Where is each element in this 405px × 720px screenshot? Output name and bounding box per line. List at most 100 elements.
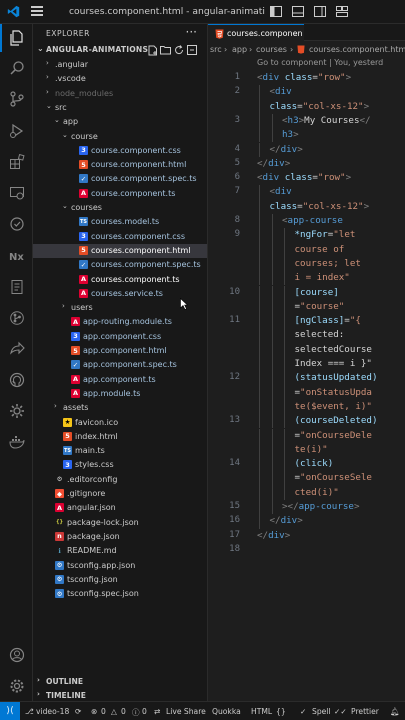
warning-count[interactable]: 0 [121,707,126,716]
timeline-section[interactable]: › TIMELINE [33,689,207,701]
tab-courses-component-html[interactable]: courses.componen [208,24,304,41]
code-line[interactable]: selectedCourse [208,342,405,357]
branch-name[interactable]: video-18 [36,707,69,716]
breadcrumb-app[interactable]: app [232,45,247,54]
layout-panel-icon[interactable] [290,4,306,18]
code-line[interactable]: ="course" [208,299,405,315]
code-line[interactable]: Index === i }" [208,357,405,372]
code-line[interactable]: course of [208,242,405,257]
testing-icon[interactable] [0,210,33,238]
code-line[interactable]: 17 </div> [208,529,405,543]
tree-file[interactable]: ⚙ .editorconfig [33,473,207,487]
tree-folder[interactable]: ⌄ course [33,130,207,144]
tree-file[interactable]: 3 courses.component.css [33,230,207,244]
quokka-status[interactable]: Quokka [212,707,241,716]
customize-layout-icon[interactable] [334,4,350,18]
tree-file[interactable]: 5 app.component.html [33,344,207,358]
code-line[interactable]: 6 <div class="row"> [208,171,405,185]
spell-status[interactable]: Spell [312,707,331,716]
code-line[interactable]: 4 </div> [208,142,405,157]
tree-file[interactable]: 3 styles.css [33,458,207,472]
code-line[interactable]: 1 <div class="row"> [208,71,405,85]
tree-file[interactable]: Aangular.json [33,501,207,515]
tree-file[interactable]: 3 app.component.css [33,330,207,344]
code-line[interactable]: 14 (click) [208,457,405,472]
git-graph-icon[interactable] [0,304,33,332]
account-icon[interactable] [0,641,33,669]
tree-file[interactable]: Acourses.component.ts [33,273,207,287]
prettier-status[interactable]: Prettier [351,707,379,716]
tree-folder[interactable]: › .vscode [33,72,207,86]
sync-icon[interactable]: ⟳ [75,707,81,716]
hamburger-menu-icon[interactable] [31,6,43,16]
code-line[interactable]: 8 <app-course [208,214,405,229]
code-line[interactable]: 10 [course] [208,285,405,300]
tree-folder[interactable]: › assets [33,401,207,415]
code-line[interactable]: 11 [ngClass]="{ [208,314,405,329]
code-line[interactable]: ="onCourseDele [208,428,405,443]
refresh-icon[interactable] [172,44,185,56]
layout-sidebar-icon[interactable] [268,4,284,18]
remote-indicator-icon[interactable]: ⟩⟨ [0,702,20,720]
docker-icon[interactable] [0,428,33,456]
tree-file[interactable]: ⚙ tsconfig.spec.json [33,587,207,601]
tree-file[interactable]: ⚙ tsconfig.app.json [33,559,207,573]
tree-file[interactable]: n package.json [33,530,207,544]
github-icon[interactable] [0,366,33,394]
angular-icon[interactable] [0,397,33,425]
collapse-all-icon[interactable] [185,44,198,56]
breadcrumb-courses[interactable]: courses [256,45,287,54]
tree-file[interactable]: ✓ course.component.spec.ts [33,172,207,186]
new-file-icon[interactable] [146,44,159,56]
code-line[interactable]: 15 ></app-course> [208,500,405,515]
code-line[interactable]: te(i)" [208,442,405,458]
tree-file[interactable]: Aapp.module.ts [33,387,207,401]
live-share-icon[interactable] [0,335,33,363]
extensions-icon[interactable] [0,148,33,176]
notifications-bell-icon[interactable]: 🔔︎ [390,707,400,716]
code-line[interactable]: cted(i)" [208,485,405,500]
language-mode[interactable]: HTML [251,707,272,716]
braces-icon[interactable]: {} [276,707,286,716]
tree-file[interactable]: ★ favicon.ico [33,416,207,430]
code-line[interactable]: 9 *ngFor="let [208,228,405,243]
code-line[interactable]: 16 </div> [208,514,405,529]
tree-file[interactable]: TS main.ts [33,444,207,458]
remote-explorer-icon[interactable] [0,179,33,207]
run-debug-icon[interactable] [0,117,33,145]
tree-file[interactable]: 5 courses.component.html [33,243,207,259]
tree-file[interactable]: {} package-lock.json [33,516,207,530]
live-share-status[interactable]: Live Share [166,707,206,716]
tree-file[interactable]: ⚙ tsconfig.json [33,573,207,587]
tree-file[interactable]: ✓ courses.component.spec.ts [33,258,207,272]
search-icon[interactable] [0,54,33,82]
code-line[interactable]: 7 <div [208,185,405,200]
tree-file[interactable]: 5 course.component.html [33,158,207,172]
manage-gear-icon[interactable] [0,672,33,700]
tree-folder[interactable]: ⌄ app [33,115,207,129]
tree-file[interactable]: 5 index.html [33,430,207,444]
tree-file[interactable]: ℹ README.md [33,544,207,558]
code-line[interactable]: 2 <div [208,85,405,100]
nx-console-icon[interactable]: Nx [0,242,33,270]
bookmarks-icon[interactable] [0,273,33,301]
tree-folder[interactable]: › .angular [33,58,207,72]
tree-file[interactable]: ◆ .gitignore [33,487,207,501]
code-line[interactable]: i = index" [208,271,405,286]
tree-folder[interactable]: ⌄ src [33,101,207,115]
code-line[interactable]: class="col-xs-12"> [208,99,405,114]
error-count[interactable]: 0 [101,707,106,716]
code-line[interactable]: 5 </div> [208,157,405,171]
tree-folder[interactable]: ⌄ courses [33,201,207,215]
code-line[interactable]: selected: [208,328,405,343]
tree-file[interactable]: Aapp.component.ts [33,373,207,387]
breadcrumb-src[interactable]: src [210,45,222,54]
info-count[interactable]: 0 [142,707,147,716]
tree-file[interactable]: TS courses.model.ts [33,215,207,229]
source-control-icon[interactable] [0,85,33,113]
outline-section[interactable]: › OUTLINE [33,675,207,689]
code-line[interactable]: courses; let [208,256,405,272]
code-line[interactable]: h3> [208,128,405,143]
tree-folder[interactable]: › node_modules [33,87,207,101]
code-line[interactable]: class="col-xs-12"> [208,199,405,214]
